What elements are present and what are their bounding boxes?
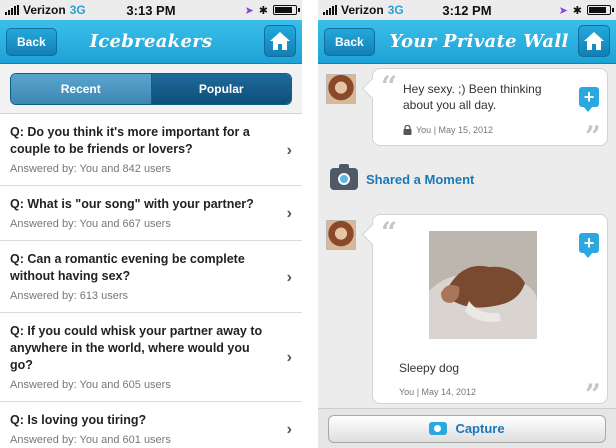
signal-icon <box>5 5 19 15</box>
battery-icon <box>273 5 300 15</box>
list-item[interactable]: Q: Can a romantic evening be complete wi… <box>0 241 302 313</box>
home-icon <box>270 32 290 50</box>
bluetooth-icon: ✱ <box>572 4 582 17</box>
back-button[interactable]: Back <box>6 28 57 56</box>
navigation-bar: Back Icebreakers <box>0 20 302 64</box>
message-bubble[interactable]: “ ” + Hey sexy. ;) Been thinking about y… <box>372 68 608 151</box>
avatar[interactable] <box>326 74 356 104</box>
avatar[interactable] <box>326 220 356 250</box>
capture-toolbar: Capture <box>318 408 616 448</box>
list-item[interactable]: Q: Is loving you tiring? Answered by: Yo… <box>0 402 302 448</box>
photo-caption: Sleepy dog <box>399 361 460 375</box>
camera-icon <box>429 422 448 435</box>
tab-popular[interactable]: Popular <box>150 73 291 104</box>
location-icon: ➤ <box>558 4 568 17</box>
shared-moment-row[interactable]: Shared a Moment <box>330 164 475 190</box>
shared-moment-label: Shared a Moment <box>366 171 475 187</box>
question-text: Q: Can a romantic evening be complete wi… <box>10 252 245 283</box>
question-text: Q: If you could whisk your partner away … <box>10 324 263 372</box>
photo-meta: You | May 14, 2012 <box>399 387 476 397</box>
question-text: Q: Do you think it's more important for … <box>10 125 250 156</box>
message-text: Hey sexy. ;) Been thinking about you all… <box>403 82 542 112</box>
dog-photo-icon <box>429 231 537 339</box>
private-wall-screen: Verizon 3G 3:12 PM ➤ ✱ Back Your Private… <box>318 0 616 448</box>
answered-count: Answered by: You and 842 users <box>10 163 171 175</box>
list-item[interactable]: Q: If you could whisk your partner away … <box>0 313 302 402</box>
capture-button[interactable]: Capture <box>328 414 606 443</box>
message-timestamp: You | May 15, 2012 <box>416 125 494 135</box>
home-button[interactable] <box>264 25 296 57</box>
photo-sleepy-dog[interactable] <box>429 231 537 339</box>
chevron-right-icon: › <box>286 421 292 438</box>
location-icon: ➤ <box>244 4 254 17</box>
carrier-name: Verizon <box>23 3 66 17</box>
segmented-control: Recent Popular <box>10 72 292 105</box>
chevron-right-icon: › <box>286 205 292 222</box>
home-button[interactable] <box>578 25 610 57</box>
status-bar: Verizon 3G 3:13 PM ➤ ✱ <box>0 0 302 20</box>
answered-count: Answered by: You and 601 users <box>10 434 171 446</box>
answered-count: Answered by: You and 667 users <box>10 218 171 230</box>
add-comment-icon[interactable]: + <box>579 87 599 112</box>
carrier-name: Verizon <box>341 3 384 17</box>
back-button[interactable]: Back <box>324 28 375 56</box>
list-item[interactable]: Q: What is "our song" with your partner?… <box>0 186 302 241</box>
open-quote-icon: “ <box>381 70 398 103</box>
close-quote-icon: ” <box>584 120 601 153</box>
capture-label: Capture <box>455 421 505 436</box>
icebreakers-screen: Verizon 3G 3:13 PM ➤ ✱ Back Icebreakers … <box>0 0 302 448</box>
question-list: Q: Do you think it's more important for … <box>0 114 302 448</box>
camera-icon <box>330 164 358 190</box>
segment-bar: Recent Popular <box>0 64 302 114</box>
photo-bubble[interactable]: “ ” + Sleepy dog You | May 14, 2012 <box>372 214 608 409</box>
photo-timestamp: You | May 14, 2012 <box>399 387 477 397</box>
network-type: 3G <box>387 3 404 17</box>
chevron-right-icon: › <box>286 141 292 159</box>
chevron-right-icon: › <box>286 349 292 366</box>
signal-icon <box>323 5 337 15</box>
network-type: 3G <box>69 3 86 17</box>
answered-count: Answered by: 613 users <box>10 290 129 302</box>
wall-feed: “ ” + Hey sexy. ;) Been thinking about y… <box>318 64 616 428</box>
question-text: Q: What is "our song" with your partner? <box>10 197 254 211</box>
answered-count: Answered by: You and 605 users <box>10 379 171 391</box>
close-quote-icon: ” <box>584 378 601 411</box>
tab-recent[interactable]: Recent <box>11 73 151 104</box>
navigation-bar: Back Your Private Wall <box>318 20 616 64</box>
message-meta: You | May 15, 2012 <box>403 125 493 135</box>
home-icon <box>584 32 604 50</box>
chevron-right-icon: › <box>286 268 292 286</box>
question-text: Q: Is loving you tiring? <box>10 413 147 427</box>
list-item[interactable]: Q: Do you think it's more important for … <box>0 114 302 186</box>
status-bar: Verizon 3G 3:12 PM ➤ ✱ <box>318 0 616 20</box>
lock-icon <box>403 125 412 135</box>
battery-icon <box>587 5 614 15</box>
bluetooth-icon: ✱ <box>258 4 268 17</box>
open-quote-icon: “ <box>381 216 398 249</box>
add-comment-icon[interactable]: + <box>579 233 599 258</box>
